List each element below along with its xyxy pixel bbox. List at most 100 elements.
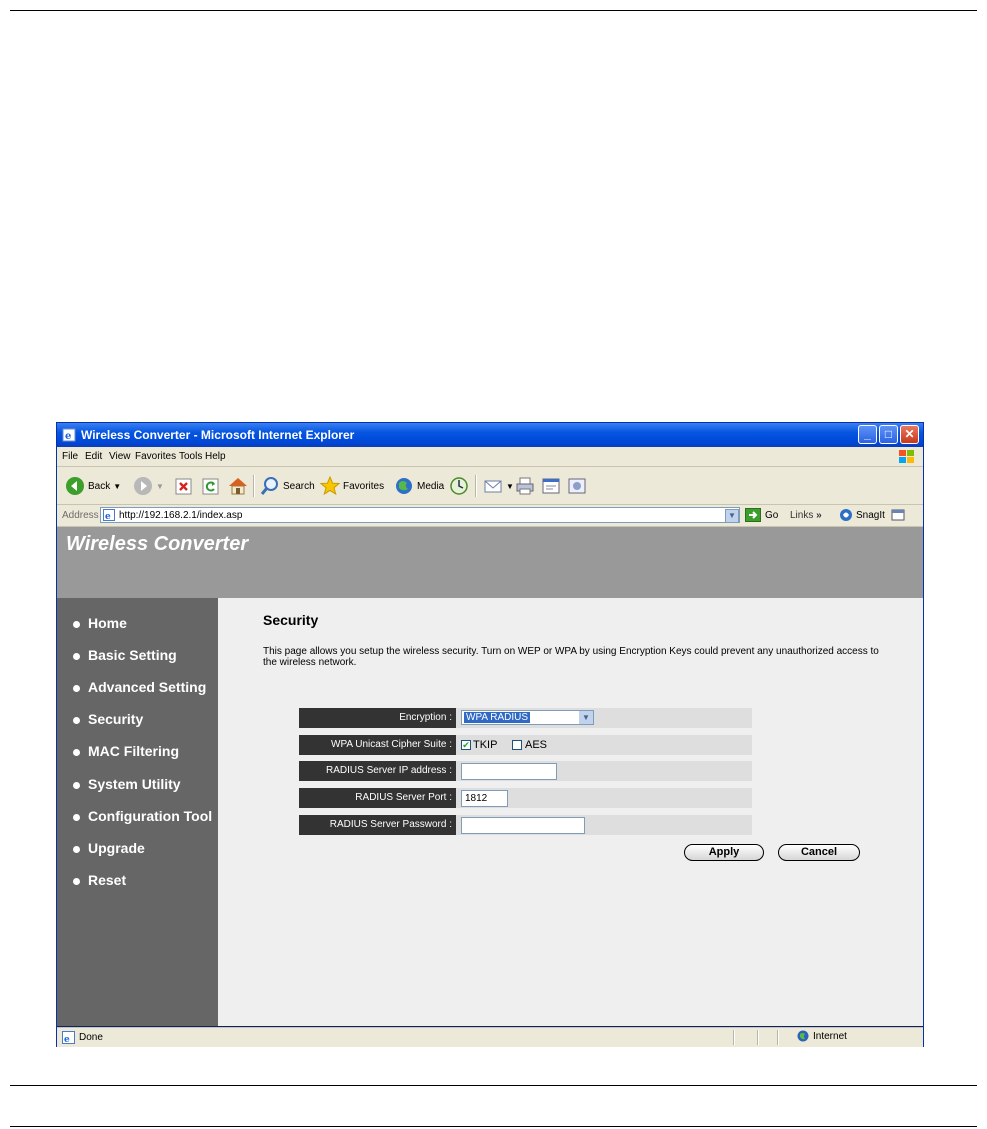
print-button[interactable]: [515, 475, 535, 497]
media-icon: [396, 478, 412, 494]
menu-view[interactable]: View: [109, 451, 131, 462]
radius-ip-input[interactable]: [461, 763, 557, 780]
history-icon: [450, 477, 468, 495]
messenger-button[interactable]: [567, 475, 587, 497]
address-dropdown-icon[interactable]: ▼: [725, 509, 739, 523]
radius-port-row: RADIUS Server Port : 1812: [299, 788, 752, 808]
nav-item-reset[interactable]: Reset: [57, 869, 218, 895]
nav-item-system-utility[interactable]: System Utility: [57, 773, 218, 799]
nav-item-basic-setting[interactable]: Basic Setting: [57, 644, 218, 670]
snagit-button[interactable]: SnagIt: [839, 508, 885, 522]
app-header: Wireless Converter: [57, 527, 923, 598]
radius-ip-label: RADIUS Server IP address :: [299, 761, 456, 781]
media-button[interactable]: Media: [394, 475, 444, 497]
footer-rule: [10, 1085, 977, 1086]
search-button[interactable]: Search: [260, 475, 315, 497]
links-button[interactable]: Links »: [790, 510, 822, 521]
menu-edit[interactable]: Edit: [85, 451, 102, 462]
globe-icon: [797, 1030, 809, 1042]
search-icon: [260, 477, 278, 495]
bullet-icon: [73, 653, 80, 660]
close-button[interactable]: ✕: [900, 425, 919, 444]
radius-password-label: RADIUS Server Password :: [299, 815, 456, 835]
bullet-icon: [73, 685, 80, 692]
mail-icon: [484, 480, 502, 493]
page-top-rule: [10, 10, 977, 11]
nav-item-mac-filtering[interactable]: MAC Filtering: [57, 740, 218, 766]
aes-checkbox[interactable]: [512, 740, 522, 750]
nav-item-label: MAC Filtering: [88, 743, 179, 759]
nav-item-upgrade[interactable]: Upgrade: [57, 837, 218, 863]
bullet-icon: [73, 814, 80, 821]
radius-ip-row: RADIUS Server IP address :: [299, 761, 752, 781]
title-bar[interactable]: e Wireless Converter - Microsoft Interne…: [57, 423, 923, 447]
mail-dropdown-icon[interactable]: ▼: [506, 482, 514, 491]
page-icon: e: [103, 509, 115, 521]
refresh-button[interactable]: [202, 475, 219, 497]
back-button[interactable]: Back ▼: [65, 475, 121, 497]
refresh-icon: [202, 478, 219, 494]
edit-page-icon: [542, 478, 560, 494]
tkip-checkbox[interactable]: ✔: [461, 740, 471, 750]
svg-text:e: e: [64, 1035, 70, 1044]
go-arrow-icon: [745, 508, 761, 522]
encryption-select[interactable]: WPA RADIUS ▼: [461, 710, 594, 725]
favorites-button[interactable]: Favorites: [320, 475, 384, 497]
apply-button[interactable]: Apply: [684, 844, 764, 861]
address-bar: Address e http://192.168.2.1/index.asp ▼…: [57, 505, 923, 527]
address-url: http://192.168.2.1/index.asp: [119, 510, 243, 521]
nav-item-advanced-setting[interactable]: Advanced Setting: [57, 676, 218, 702]
stop-icon: [175, 478, 192, 494]
zone-label: Internet: [813, 1030, 847, 1042]
minimize-button[interactable]: _: [858, 425, 877, 444]
app-title: Wireless Converter: [66, 533, 249, 555]
snagit-capture-icon[interactable]: [891, 508, 905, 522]
forward-button[interactable]: ▼: [133, 475, 164, 497]
radius-port-input[interactable]: 1812: [461, 790, 508, 807]
bullet-icon: [73, 717, 80, 724]
go-label: Go: [765, 509, 779, 521]
encryption-selected-value: WPA RADIUS: [464, 712, 531, 723]
nav-item-configuration-tool[interactable]: Configuration Tool: [57, 805, 218, 831]
status-separator: [757, 1030, 759, 1045]
menu-tools[interactable]: Tools: [179, 451, 202, 462]
home-icon: [229, 478, 247, 495]
address-label: Address: [62, 510, 99, 521]
chevron-down-icon[interactable]: ▼: [579, 711, 593, 724]
svg-text:e: e: [105, 512, 111, 521]
forward-arrow-icon: [134, 477, 152, 495]
sidebar: Home Basic Setting Advanced Setting Secu…: [57, 598, 218, 1026]
status-text: Done: [79, 1032, 103, 1043]
snagit-icon: [840, 509, 852, 521]
tkip-label: TKIP: [473, 739, 498, 751]
status-bar: e Done Internet: [57, 1027, 923, 1047]
encryption-row: Encryption : WPA RADIUS ▼: [299, 708, 752, 728]
go-button[interactable]: Go: [745, 508, 778, 522]
nav-item-label: Security: [88, 711, 144, 727]
home-button[interactable]: [227, 475, 249, 497]
history-button[interactable]: [449, 475, 469, 497]
nav-item-label: Configuration Tool: [88, 808, 213, 824]
stop-button[interactable]: [175, 475, 192, 497]
nav-item-security[interactable]: Security: [57, 708, 218, 734]
nav-item-label: Basic Setting: [88, 647, 177, 663]
browser-window: e Wireless Converter - Microsoft Interne…: [56, 422, 924, 1047]
radius-password-input[interactable]: [461, 817, 585, 834]
edit-button[interactable]: [541, 475, 561, 497]
address-input[interactable]: e http://192.168.2.1/index.asp ▼: [100, 507, 740, 523]
page-description: This page allows you setup the wireless …: [263, 646, 879, 668]
menu-help[interactable]: Help: [205, 451, 226, 462]
window-title: Wireless Converter - Microsoft Internet …: [81, 428, 355, 442]
bullet-icon: [73, 621, 80, 628]
back-dropdown-icon[interactable]: ▼: [113, 482, 121, 491]
menu-favorites[interactable]: Favorites: [135, 451, 176, 462]
status-separator: [733, 1030, 735, 1045]
menu-file[interactable]: File: [62, 451, 78, 462]
status-separator: [777, 1030, 779, 1045]
forward-dropdown-icon[interactable]: ▼: [156, 482, 164, 491]
svg-text:e: e: [65, 431, 71, 442]
nav-item-home[interactable]: Home: [57, 612, 218, 638]
cancel-button[interactable]: Cancel: [778, 844, 860, 861]
maximize-button[interactable]: □: [879, 425, 898, 444]
mail-button[interactable]: ▼: [483, 475, 514, 497]
